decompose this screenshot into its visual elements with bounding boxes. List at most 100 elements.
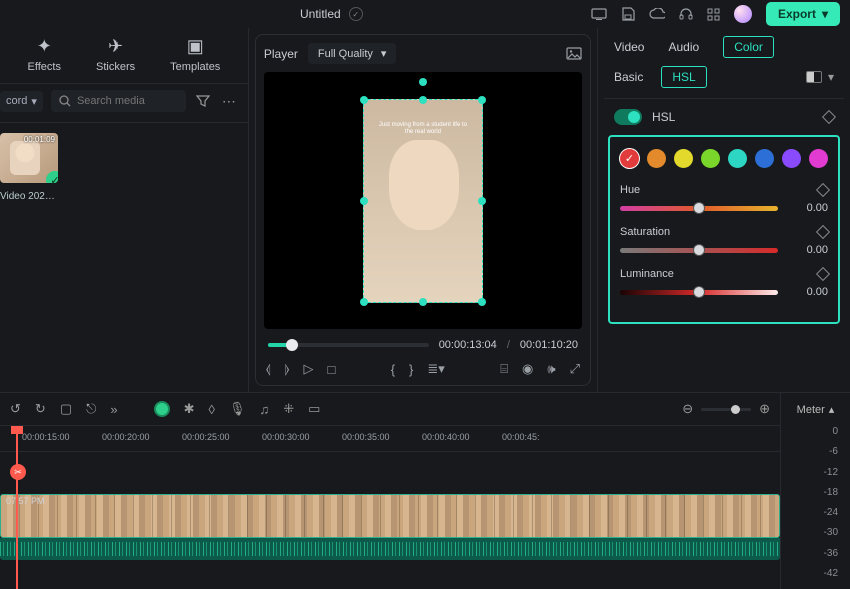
- audio-meter: Meter ▴ 0 -6 -12 -18 -24 -30 -36 -42: [780, 393, 850, 589]
- quality-select[interactable]: Full Quality ▾: [308, 43, 397, 64]
- keyframe-icon[interactable]: [816, 225, 830, 239]
- zoom-slider[interactable]: [701, 408, 751, 411]
- swatch-green[interactable]: [701, 149, 720, 168]
- time-sep: /: [507, 339, 510, 351]
- swatch-blue[interactable]: [755, 149, 774, 168]
- volume-icon[interactable]: 🕪: [547, 361, 555, 377]
- tab-stickers[interactable]: ✈ Stickers: [96, 36, 135, 73]
- selected-clip-frame[interactable]: Just moving from a student life to the r…: [363, 99, 483, 303]
- chevron-down-icon[interactable]: ▾: [828, 70, 834, 84]
- swatch-red[interactable]: ✓: [620, 149, 639, 168]
- keyframe-icon[interactable]: [822, 110, 836, 124]
- chevron-up-icon[interactable]: ▴: [829, 403, 835, 416]
- timeline-ruler[interactable]: 00:00:15:00 00:00:20:00 00:00:25:00 00:0…: [0, 426, 780, 452]
- check-icon: ✓: [46, 171, 58, 183]
- crop-icon[interactable]: ▢: [60, 401, 72, 417]
- swatch-cyan[interactable]: [728, 149, 747, 168]
- project-title: Untitled: [300, 7, 341, 21]
- save-icon[interactable]: [621, 7, 635, 21]
- play-icon[interactable]: ▷: [303, 361, 313, 377]
- resize-handle[interactable]: [419, 96, 427, 104]
- brace-right-icon[interactable]: }: [409, 362, 413, 377]
- clip-name: Video 202…: [0, 191, 248, 202]
- image-icon[interactable]: [566, 47, 582, 60]
- search-input-wrap[interactable]: [51, 90, 186, 112]
- mic-icon[interactable]: 🎙: [229, 401, 246, 417]
- tab-effects[interactable]: ✦ Effects: [28, 36, 61, 73]
- export-button[interactable]: Export ▾: [766, 2, 840, 26]
- brace-left-icon[interactable]: {: [391, 362, 395, 377]
- swatch-magenta[interactable]: [809, 149, 828, 168]
- list-icon[interactable]: ≣▾: [427, 361, 444, 377]
- hsl-toggle[interactable]: [614, 109, 642, 125]
- marker-icon[interactable]: ◊: [209, 402, 215, 417]
- subtab-hsl[interactable]: HSL: [661, 66, 706, 88]
- keyframe-icon[interactable]: [816, 183, 830, 197]
- saturation-slider[interactable]: [620, 248, 778, 253]
- search-input[interactable]: [77, 95, 178, 107]
- resize-handle[interactable]: [478, 298, 486, 306]
- fx-icon[interactable]: ✱: [184, 401, 195, 417]
- inspector-panel: Video Audio Color Basic HSL ▾ HSL ✓: [597, 28, 850, 392]
- playhead[interactable]: [16, 426, 18, 589]
- user-avatar[interactable]: [734, 5, 752, 23]
- meter-tick: -12: [824, 467, 838, 478]
- media-clip[interactable]: 00:01:09 ✓: [0, 133, 58, 183]
- zoom-out-icon[interactable]: ⊖: [682, 401, 693, 417]
- green-dot-icon[interactable]: [154, 401, 170, 417]
- filter-icon[interactable]: [194, 95, 212, 107]
- zoom-in-icon[interactable]: ⊕: [759, 401, 770, 417]
- chevron-down-icon: ▾: [381, 47, 387, 60]
- tab-templates[interactable]: ▣ Templates: [170, 36, 220, 73]
- meter-tick: 0: [832, 426, 838, 437]
- subtab-basic[interactable]: Basic: [614, 70, 643, 84]
- keyframe-icon[interactable]: [816, 267, 830, 281]
- scrub-bar[interactable]: [268, 343, 429, 347]
- tab-audio[interactable]: Audio: [668, 40, 699, 54]
- prev-frame-icon[interactable]: ⦉: [266, 361, 271, 377]
- more-icon[interactable]: ⋯: [220, 93, 238, 110]
- hue-slider[interactable]: [620, 206, 778, 211]
- undo-icon[interactable]: ↺: [10, 401, 21, 417]
- music-icon[interactable]: ♫: [260, 402, 270, 417]
- tab-color[interactable]: Color: [723, 36, 774, 58]
- resize-handle[interactable]: [360, 96, 368, 104]
- adjust-icon[interactable]: ⁜: [283, 401, 294, 417]
- player-viewport[interactable]: Just moving from a student life to the r…: [264, 72, 582, 329]
- clip-duration: 00:01:09: [24, 135, 55, 144]
- compare-icon[interactable]: [806, 71, 822, 83]
- rotate-handle[interactable]: [419, 78, 427, 86]
- resize-handle[interactable]: [360, 197, 368, 205]
- device-icon[interactable]: [591, 8, 607, 20]
- record-dropdown[interactable]: cord ▾: [0, 91, 43, 112]
- cut-tool-icon[interactable]: ✂: [10, 464, 26, 480]
- video-track-clip[interactable]: [0, 494, 780, 538]
- audio-track-clip[interactable]: [0, 538, 780, 560]
- stop-icon[interactable]: □: [327, 362, 335, 377]
- resize-handle[interactable]: [360, 298, 368, 306]
- luminance-slider[interactable]: [620, 290, 778, 295]
- time-total: 00:01:10:20: [520, 339, 578, 351]
- meter-tick: -6: [829, 446, 838, 457]
- frame-icon[interactable]: ▭: [308, 401, 320, 417]
- apps-icon[interactable]: [707, 8, 720, 21]
- swatch-yellow[interactable]: [674, 149, 693, 168]
- fullscreen-icon[interactable]: ⤢: [570, 361, 580, 377]
- more-tools-icon[interactable]: »: [110, 402, 117, 417]
- swatch-orange[interactable]: [647, 149, 666, 168]
- redo-icon[interactable]: ↻: [35, 401, 46, 417]
- resize-handle[interactable]: [478, 197, 486, 205]
- ruler-tick: 00:00:40:00: [422, 432, 470, 442]
- next-frame-icon[interactable]: ⦊: [285, 361, 290, 377]
- cloud-icon[interactable]: [649, 8, 665, 20]
- split-icon[interactable]: ⎋: [86, 401, 96, 417]
- headphones-icon[interactable]: [679, 7, 693, 21]
- tab-video[interactable]: Video: [614, 40, 644, 54]
- monitor-icon[interactable]: ⌸: [500, 361, 508, 377]
- ruler-tick: 00:00:35:00: [342, 432, 390, 442]
- meter-label: Meter: [797, 404, 825, 416]
- resize-handle[interactable]: [478, 96, 486, 104]
- camera-icon[interactable]: ◉: [522, 361, 533, 377]
- swatch-purple[interactable]: [782, 149, 801, 168]
- resize-handle[interactable]: [419, 298, 427, 306]
